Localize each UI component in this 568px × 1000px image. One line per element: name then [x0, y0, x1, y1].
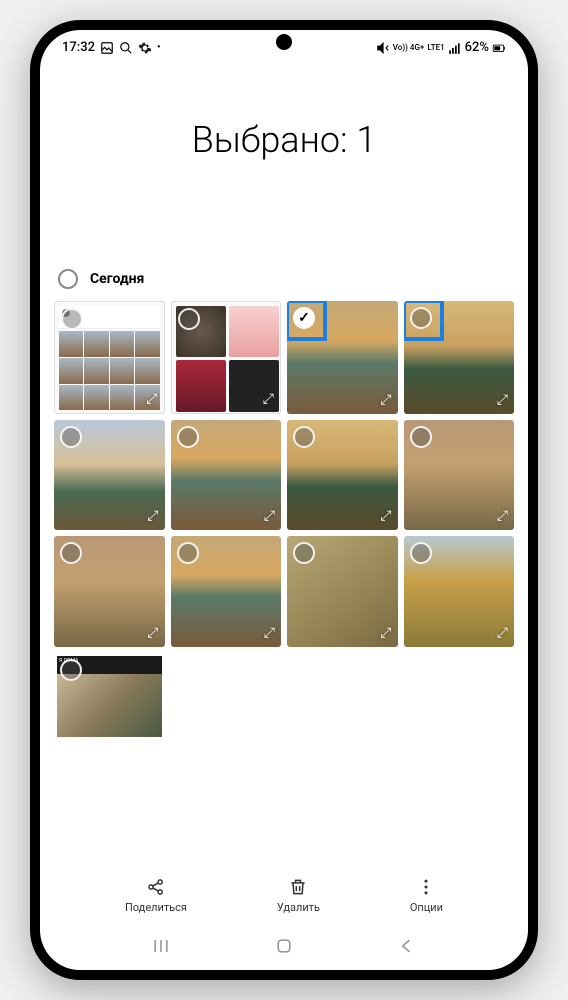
gear-icon — [138, 41, 152, 55]
camera-notch — [276, 34, 292, 50]
carrier-label: LTE1 — [427, 44, 444, 52]
trash-icon — [288, 877, 308, 897]
photo-thumbnail[interactable]: ⤢ — [54, 420, 165, 531]
options-button[interactable]: Опции — [410, 877, 443, 914]
photo-thumbnail[interactable]: ⤢ — [404, 301, 515, 414]
status-dot: • — [157, 42, 161, 53]
photo-thumbnail[interactable]: ⤢ — [54, 536, 165, 647]
page-header: Выбрано: 1 — [40, 59, 528, 261]
mute-icon — [376, 41, 390, 55]
photo-thumbnail[interactable]: ⤢ — [287, 420, 398, 531]
select-checkbox[interactable] — [410, 307, 432, 329]
section-header: Сегодня — [40, 261, 528, 297]
select-checkbox[interactable] — [293, 426, 315, 448]
search-icon — [119, 41, 133, 55]
delete-label: Удалить — [277, 901, 320, 914]
select-checkbox[interactable] — [177, 426, 199, 448]
system-nav-bar — [40, 922, 528, 970]
expand-icon[interactable]: ⤢ — [380, 625, 391, 641]
select-checkbox[interactable] — [60, 426, 82, 448]
expand-icon[interactable]: ⤢ — [147, 508, 158, 524]
select-checkbox[interactable] — [410, 542, 432, 564]
home-button[interactable] — [274, 936, 294, 956]
delete-button[interactable]: Удалить — [277, 877, 320, 914]
options-label: Опции — [410, 901, 443, 914]
status-time: 17:32 — [62, 40, 95, 55]
status-left: 17:32 • — [62, 40, 160, 55]
select-checkbox[interactable] — [293, 542, 315, 564]
back-button[interactable] — [397, 936, 417, 956]
share-label: Поделиться — [125, 901, 187, 914]
selection-count-title: Выбрано: 1 — [60, 119, 508, 161]
select-checkbox[interactable] — [177, 542, 199, 564]
bottom-action-bar: Поделиться Удалить Опции — [40, 865, 528, 922]
photo-thumbnail[interactable]: ⤢ — [171, 536, 282, 647]
photo-thumbnail[interactable]: ⤢ — [404, 420, 515, 531]
recents-button[interactable] — [151, 936, 171, 956]
expand-icon[interactable]: ⤢ — [497, 392, 508, 408]
select-checkbox[interactable] — [410, 426, 432, 448]
signal-icon — [448, 41, 462, 55]
more-vertical-icon — [416, 877, 436, 897]
status-right: Vo)) 4G+ LTE1 62% — [376, 40, 506, 55]
photo-thumbnail[interactable]: ⤢ — [171, 301, 282, 414]
photo-thumbnail[interactable]: ⤢ — [287, 301, 398, 414]
photo-grid: ⤢ ⤢ ⤢ ⤢ ⤢ ⤢ ⤢ ⤢ ⤢ ⤢ ⤢ ⤢ Я ДОМА — [40, 297, 528, 767]
photo-thumbnail[interactable]: ⤢ — [54, 301, 165, 414]
photo-thumbnail[interactable]: ⤢ — [404, 536, 515, 647]
battery-label: 62% — [465, 40, 489, 55]
expand-icon[interactable]: ⤢ — [264, 508, 275, 524]
screen: 17:32 • Vo)) 4G+ LTE1 — [40, 30, 528, 970]
share-icon — [146, 877, 166, 897]
photo-thumbnail[interactable]: Я ДОМА — [54, 653, 165, 764]
select-checkbox[interactable] — [61, 308, 83, 330]
battery-icon — [492, 41, 506, 55]
checkmark-icon[interactable] — [293, 307, 315, 329]
expand-icon[interactable]: ⤢ — [264, 625, 275, 641]
expand-icon[interactable]: ⤢ — [146, 391, 157, 407]
select-checkbox[interactable] — [60, 542, 82, 564]
expand-icon[interactable]: ⤢ — [380, 508, 391, 524]
section-title: Сегодня — [90, 271, 144, 287]
select-checkbox[interactable] — [178, 308, 200, 330]
select-checkbox[interactable] — [60, 659, 82, 681]
photo-thumbnail[interactable]: ⤢ — [171, 420, 282, 531]
expand-icon[interactable]: ⤢ — [147, 625, 158, 641]
image-icon — [100, 41, 114, 55]
expand-icon[interactable]: ⤢ — [497, 625, 508, 641]
phone-frame: 17:32 • Vo)) 4G+ LTE1 — [30, 20, 538, 980]
photo-thumbnail[interactable]: ⤢ — [287, 536, 398, 647]
network-label: Vo)) 4G+ — [393, 44, 425, 52]
expand-icon[interactable]: ⤢ — [263, 391, 274, 407]
select-all-checkbox[interactable] — [58, 269, 78, 289]
expand-icon[interactable]: ⤢ — [497, 508, 508, 524]
share-button[interactable]: Поделиться — [125, 877, 187, 914]
expand-icon[interactable]: ⤢ — [380, 392, 391, 408]
